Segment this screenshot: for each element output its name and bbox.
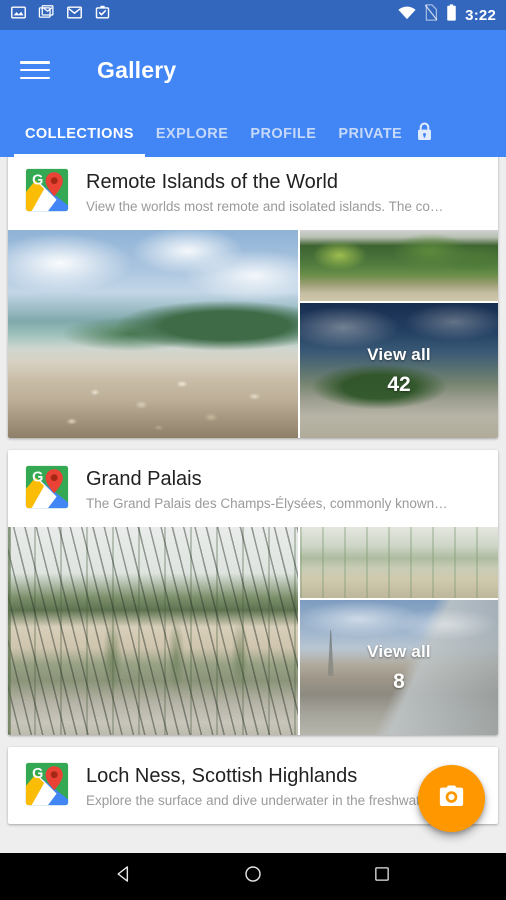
remote-island-jungle-photo — [300, 230, 498, 301]
collection-card-header[interactable]: G Remote Islands of the World View the w… — [8, 157, 498, 230]
triangle-left-icon — [114, 864, 134, 889]
photo-thumbnail-secondary[interactable] — [300, 527, 498, 598]
collection-card-text: Remote Islands of the World View the wor… — [86, 170, 482, 216]
gmail-stack-icon — [38, 4, 55, 26]
app-bar: Gallery — [0, 30, 506, 110]
collection-card[interactable]: G Grand Palais The Grand Palais des Cham… — [8, 450, 498, 735]
recents-button[interactable] — [358, 853, 406, 900]
square-icon — [373, 865, 391, 888]
page-title: Gallery — [97, 56, 177, 83]
tab-private[interactable]: PRIVATE — [327, 110, 413, 157]
google-maps-icon: G — [24, 167, 70, 218]
collection-card-header[interactable]: G Grand Palais The Grand Palais des Cham… — [8, 450, 498, 527]
status-bar-system-icons: 3:22 — [398, 4, 496, 26]
collection-card[interactable]: G Remote Islands of the World View the w… — [8, 157, 498, 438]
remote-island-beach-photo — [8, 230, 298, 438]
photo-thumbnail-view-all[interactable]: View all 42 — [300, 303, 498, 438]
google-maps-icon: G — [24, 464, 70, 515]
status-bar-notification-icons — [10, 4, 111, 26]
collection-title: Remote Islands of the World — [86, 170, 338, 193]
view-all-label: View all — [367, 641, 431, 661]
photo-thumbnail-main[interactable] — [8, 230, 298, 438]
collection-photo-grid: View all 42 — [8, 230, 498, 438]
android-screen: 3:22 Gallery COLLECTIONS EXPLORE PROFILE… — [0, 0, 506, 900]
upload-icon — [94, 4, 111, 26]
collection-subtitle: View the worlds most remote and isolated… — [86, 198, 444, 214]
view-all-overlay[interactable]: View all 42 — [300, 303, 498, 438]
hamburger-icon[interactable] — [20, 58, 50, 82]
grand-palais-nave-photo — [8, 527, 298, 735]
no-sim-icon — [424, 4, 438, 26]
private-lock-icon-wrapper — [413, 110, 434, 157]
tab-profile[interactable]: PROFILE — [239, 110, 327, 157]
svg-text:G: G — [32, 172, 43, 188]
photo-thumbnail-side-column: View all 8 — [300, 527, 498, 735]
tab-collections[interactable]: COLLECTIONS — [14, 110, 145, 157]
photo-thumbnail-side-column: View all 42 — [300, 230, 498, 438]
back-button[interactable] — [100, 853, 148, 900]
view-all-overlay[interactable]: View all 8 — [300, 600, 498, 735]
tab-explore[interactable]: EXPLORE — [145, 110, 239, 157]
home-button[interactable] — [229, 853, 277, 900]
photo-thumbnail-secondary[interactable] — [300, 230, 498, 301]
collection-card-text: Grand Palais The Grand Palais des Champs… — [86, 467, 482, 513]
tab-collections-label: COLLECTIONS — [25, 125, 134, 142]
collection-subtitle: The Grand Palais des Champs-Élysées, com… — [86, 495, 448, 511]
collections-list[interactable]: G Remote Islands of the World View the w… — [0, 157, 506, 853]
wifi-icon — [398, 6, 416, 25]
android-navigation-bar — [0, 853, 506, 900]
camera-icon — [436, 781, 467, 817]
tab-bar: COLLECTIONS EXPLORE PROFILE PRIVATE — [0, 110, 506, 157]
svg-text:G: G — [32, 469, 43, 485]
tab-explore-label: EXPLORE — [155, 125, 229, 142]
tab-profile-label: PROFILE — [250, 125, 317, 142]
collection-title: Grand Palais — [86, 467, 202, 490]
battery-icon — [446, 4, 457, 26]
lock-icon — [415, 121, 434, 147]
status-bar-clock: 3:22 — [465, 6, 496, 24]
photo-thumbnail-main[interactable] — [8, 527, 298, 735]
camera-fab-button[interactable] — [418, 765, 485, 832]
image-icon — [10, 4, 27, 26]
view-all-label: View all — [367, 344, 431, 364]
grand-palais-interior-photo — [300, 527, 498, 598]
photo-thumbnail-view-all[interactable]: View all 8 — [300, 600, 498, 735]
gmail-icon — [66, 4, 83, 26]
circle-icon — [243, 864, 263, 889]
tab-private-label: PRIVATE — [338, 125, 403, 142]
svg-text:G: G — [32, 766, 43, 782]
google-maps-icon: G — [24, 761, 70, 812]
view-all-count: 8 — [393, 669, 405, 693]
status-bar: 3:22 — [0, 0, 506, 30]
collection-photo-grid: View all 8 — [8, 527, 498, 735]
view-all-count: 42 — [387, 372, 411, 396]
